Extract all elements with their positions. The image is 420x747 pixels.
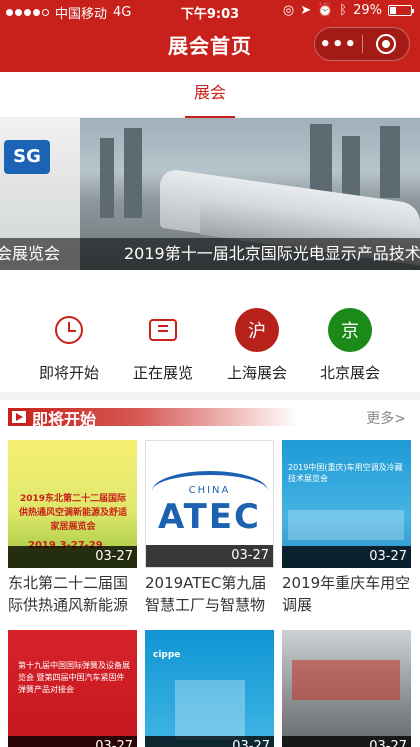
more-button[interactable]: •••: [315, 34, 362, 55]
exhibition-date: 03-27: [8, 546, 137, 568]
quick-ongoing[interactable]: 正在展览: [118, 308, 208, 383]
quick-icon-wrap: [141, 308, 185, 352]
building-shape: [124, 128, 142, 218]
play-icon: [10, 409, 28, 425]
exhibition-date: 03-27: [8, 736, 137, 747]
alarm-icon: ⏰: [317, 3, 334, 18]
thumbnail-panel: [175, 680, 245, 740]
quick-shanghai[interactable]: 沪 上海展会: [212, 308, 302, 383]
banner-caption-prev: 会展览会: [0, 244, 61, 263]
quick-label: 上海展会: [226, 364, 287, 382]
thumbnail-text: CHINA: [188, 485, 231, 496]
building-shape: [380, 126, 400, 198]
exhibition-thumbnail: 第十九届中国国际弹簧及设备展览会 暨第四届中国汽车紧固件弹簧产品对接会 03-2…: [8, 630, 137, 747]
tab-exhibitions[interactable]: 展会: [185, 72, 235, 118]
exhibition-card[interactable]: 2019中国(重庆)车用空调及冷藏技术展览会 03-27 2019年重庆车用空调…: [282, 440, 411, 616]
thumbnail-text: 2019中国(重庆)车用空调及冷藏技术展览会: [288, 463, 403, 483]
exhibition-date: 03-27: [282, 546, 411, 568]
building-shape: [100, 138, 114, 218]
close-circle-icon: [375, 34, 396, 54]
page: 中国移动 4G 下午9:03 ◎ ➤ ⏰ ᛒ 29% 展会首页 ••• 展会 S…: [0, 0, 420, 747]
quick-beijing[interactable]: 京 北京展会: [305, 308, 395, 383]
banner-carousel[interactable]: SG 会展览会 2019第十一届北京国际光电显示产品技术展: [0, 118, 420, 270]
quick-label: 即将开始: [38, 364, 99, 382]
quick-upcoming[interactable]: 即将开始: [24, 308, 114, 383]
exhibition-card[interactable]: 2019东北第二十二届国际供热通风空调新能源及舒适家居展览会 2019.3-27…: [8, 440, 137, 616]
quick-label: 正在展览: [132, 364, 193, 382]
exhibition-thumbnail: 2019中国(重庆)车用空调及冷藏技术展览会 03-27: [282, 440, 411, 568]
exhibit-icon: [149, 319, 177, 341]
exhibition-date: 03-27: [145, 736, 274, 747]
bluetooth-icon: ᛒ: [339, 3, 348, 18]
exhibition-card[interactable]: 03-27: [282, 630, 411, 747]
app-header: 中国移动 4G 下午9:03 ◎ ➤ ⏰ ᛒ 29% 展会首页 •••: [0, 0, 420, 72]
more-link[interactable]: 更多>: [366, 408, 406, 428]
quick-icon-wrap: [47, 308, 91, 352]
exhibition-title: 2019ATEC第九届智慧工厂与智慧物流: [145, 574, 267, 614]
exhibition-date: 03-27: [146, 545, 273, 567]
building-shape: [342, 136, 360, 196]
exhibition-title: 2019年重庆车用空调展: [282, 574, 411, 614]
lock-rotation-icon: ◎: [282, 3, 295, 18]
exhibition-thumbnail: 2019东北第二十二届国际供热通风空调新能源及舒适家居展览会 2019.3-27…: [8, 440, 137, 568]
banner-caption-current: 2019第十一届北京国际光电显示产品技术展: [124, 244, 420, 263]
status-right: ◎ ➤ ⏰ ᛒ 29%: [282, 3, 414, 18]
battery-icon: [388, 5, 414, 16]
thumbnail-panel: [292, 660, 400, 700]
exhibition-thumbnail: CHINA ATEC 03-27: [145, 440, 274, 568]
thumbnail-panel: [288, 510, 404, 540]
location-icon: ➤: [300, 3, 312, 18]
shanghai-badge: 沪: [235, 308, 279, 352]
thumbnail-text: 第十九届中国国际弹簧及设备展览会 暨第四届中国汽车紧固件弹簧产品对接会: [18, 661, 130, 694]
miniprogram-capsule: •••: [314, 27, 410, 61]
banner-caption: 会展览会 2019第十一届北京国际光电显示产品技术展: [0, 238, 420, 270]
status-bar: 中国移动 4G 下午9:03 ◎ ➤ ⏰ ᛒ 29%: [0, 0, 420, 22]
clock-icon: [55, 316, 83, 344]
thumbnail-logo-text: ATEC: [157, 497, 262, 537]
exhibition-card[interactable]: 第十九届中国国际弹簧及设备展览会 暨第四届中国汽车紧固件弹簧产品对接会 03-2…: [8, 630, 137, 747]
section-divider: [0, 392, 420, 400]
beijing-badge: 京: [328, 308, 372, 352]
exhibition-title: 东北第二十二届国际供热通风新能源: [8, 574, 129, 614]
exhibition-logo-icon: SG: [4, 140, 50, 174]
battery-percent: 29%: [353, 3, 382, 18]
quick-label: 北京展会: [319, 364, 380, 382]
quick-links: 即将开始 正在展览 沪 上海展会 京 北京展会: [0, 282, 420, 392]
thumbnail-text: cippe: [153, 650, 181, 660]
exhibition-thumbnail: cippe 03-27: [145, 630, 274, 747]
building-shape: [310, 124, 332, 194]
exhibition-thumbnail: 03-27: [282, 630, 411, 747]
exhibition-card[interactable]: CHINA ATEC 03-27 2019ATEC第九届智慧工厂与智慧物流: [145, 440, 274, 616]
section-header-upcoming: 即将开始 更多>: [0, 400, 420, 434]
section-title: 即将开始: [32, 410, 97, 429]
tab-bar: 展会: [0, 72, 420, 118]
thumbnail-text: 2019东北第二十二届国际供热通风空调新能源及舒适家居展览会: [18, 494, 127, 532]
exhibition-card[interactable]: cippe 03-27: [145, 630, 274, 747]
close-button[interactable]: [362, 34, 409, 54]
exhibition-date: 03-27: [282, 736, 411, 747]
